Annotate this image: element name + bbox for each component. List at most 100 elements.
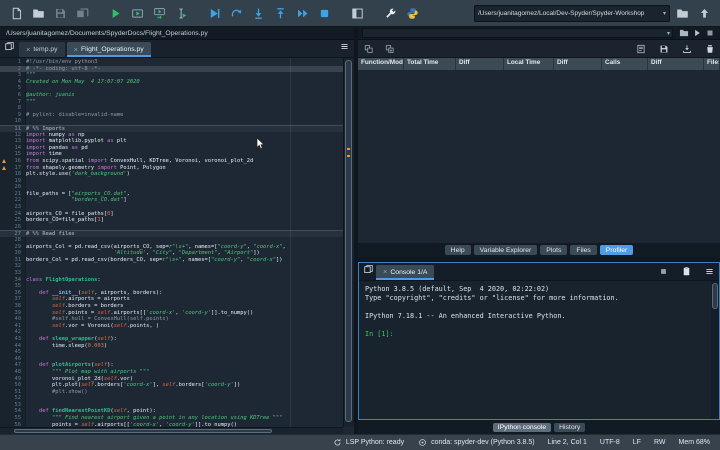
status-label: Mem 68%: [678, 439, 710, 446]
save-all-icon[interactable]: [72, 4, 92, 23]
close-icon[interactable]: ×: [383, 268, 387, 276]
console-scrollbar[interactable]: [711, 280, 719, 419]
line-number: 46: [14, 355, 22, 362]
line-number: 42: [14, 329, 22, 336]
line-number: 24: [14, 210, 22, 217]
parent-directory-icon[interactable]: [694, 4, 714, 23]
profiler-results-tree[interactable]: [358, 70, 720, 243]
code-line: 12 import numpy as np: [0, 132, 343, 139]
tab-label: Flight_Operations.py: [80, 46, 144, 53]
code-editor[interactable]: 1 #!/usr/bin/env python3 2 # -*- coding: ut…: [0, 58, 354, 434]
new-file-icon[interactable]: [6, 4, 26, 23]
inspect-object-icon[interactable]: [679, 264, 694, 278]
warning-icon: [2, 165, 6, 170]
profiler-column-header[interactable]: File:: [704, 58, 720, 70]
status-label: LSP Python: ready: [345, 439, 405, 446]
load-data-icon[interactable]: [680, 43, 693, 55]
line-number: 50: [14, 382, 22, 389]
code-line: 21 file_paths = ["airports_CO.dat",: [0, 191, 343, 198]
profiler-toolbar-right-icons: [634, 43, 716, 55]
save-file-icon[interactable]: [50, 4, 70, 23]
save-data-icon[interactable]: [657, 43, 670, 55]
line-number: 1: [17, 59, 21, 65]
line-number: 43: [14, 335, 22, 342]
code-line: 38 self.borders = borders: [0, 303, 343, 310]
debug-file-icon[interactable]: [204, 4, 224, 23]
profiler-column-header[interactable]: Function/Modu: [358, 58, 404, 70]
python-path-manager-icon[interactable]: [402, 4, 422, 23]
profiler-script-combo[interactable]: ▾: [362, 28, 673, 38]
profiler-column-header[interactable]: Calls: [602, 58, 648, 70]
editor-tabbar-left-icons: [2, 39, 17, 57]
tab-variable-explorer[interactable]: Variable Explorer: [473, 245, 538, 255]
code-line: 44 time.sleep(0.003): [0, 343, 343, 350]
profiler-column-header[interactable]: Diff: [456, 58, 504, 70]
open-file-icon[interactable]: [28, 4, 48, 23]
step-into-icon[interactable]: [248, 4, 268, 23]
collapse-one-level-icon[interactable]: [362, 43, 375, 55]
line-number: 2: [17, 65, 21, 72]
options-menu-icon[interactable]: [337, 40, 352, 54]
browse-tabs-icon[interactable]: [361, 263, 376, 277]
options-menu-icon[interactable]: [702, 264, 717, 278]
maximize-pane-icon[interactable]: [347, 4, 367, 23]
tab-profiler[interactable]: Profiler: [599, 245, 634, 255]
tab-help[interactable]: Help: [444, 245, 471, 255]
expand-one-level-icon[interactable]: [383, 43, 396, 55]
scrollbar-thumb[interactable]: [14, 429, 272, 433]
status-lsp-python-ready[interactable]: LSP Python: ready: [332, 437, 404, 448]
preferences-icon[interactable]: [380, 4, 400, 23]
profiler-column-header[interactable]: Diff: [648, 58, 704, 70]
line-number: 14: [14, 144, 22, 151]
run-selection-icon[interactable]: [171, 4, 191, 23]
tab-plots[interactable]: Plots: [540, 245, 568, 255]
run-cell-and-advance-icon[interactable]: [149, 4, 169, 23]
chevron-down-icon[interactable]: ▾: [663, 10, 666, 17]
line-number: 10: [14, 118, 22, 125]
run-current-line-icon[interactable]: [226, 4, 246, 23]
editor-pane: /Users/juanitagomez/Documents/SpyderDocs…: [0, 27, 354, 434]
console-prompt[interactable]: In [1]:: [365, 330, 713, 339]
run-profiler-icon[interactable]: [690, 27, 703, 39]
line-number: 17: [0, 165, 26, 172]
tab-files[interactable]: Files: [570, 245, 597, 255]
open-directory-icon[interactable]: [672, 4, 692, 23]
show-output-icon[interactable]: [634, 43, 647, 55]
close-icon[interactable]: ×: [74, 46, 78, 54]
code-line: 54 def findNearestPointKD(self, point):: [0, 408, 343, 415]
profiler-column-header[interactable]: Diff: [554, 58, 602, 70]
interrupt-kernel-icon[interactable]: [656, 264, 671, 278]
step-out-icon[interactable]: [270, 4, 290, 23]
run-cell-icon[interactable]: [127, 4, 147, 23]
continue-execution-icon[interactable]: [292, 4, 312, 23]
status-conda-spyder-dev-python-[interactable]: conda: spyder-dev (Python 3.8.5): [417, 437, 535, 448]
editor-horizontal-scrollbar[interactable]: [0, 427, 343, 434]
profiler-column-header[interactable]: Total Time: [404, 58, 456, 70]
scrollbar-thumb[interactable]: [712, 282, 718, 309]
tab-ipython-console[interactable]: IPython console: [492, 422, 552, 432]
code-line: 52: [0, 395, 343, 402]
spyder-window: /Users/juanitagomez/Local/Dev-Spyder/Spy…: [0, 0, 720, 450]
console-bottom-tabbar: IPython console History: [358, 420, 720, 434]
status-label: conda: spyder-dev (Python 3.8.5): [431, 439, 535, 446]
editor-tab-Flight_Operations-py[interactable]: × Flight_Operations.py: [66, 42, 151, 57]
clear-comparison-icon[interactable]: [703, 43, 716, 55]
stop-debugging-icon[interactable]: [314, 4, 334, 23]
tab-history[interactable]: History: [554, 422, 586, 432]
editor-vertical-scrollbar[interactable]: [343, 58, 354, 427]
chevron-down-icon[interactable]: ▾: [667, 30, 670, 37]
working-directory-combo[interactable]: /Users/juanitagomez/Local/Dev-Spyder/Spy…: [474, 4, 670, 22]
close-icon[interactable]: ×: [26, 46, 30, 54]
browse-tabs-icon[interactable]: [2, 40, 17, 54]
console-tab[interactable]: × Console 1/A: [376, 264, 435, 280]
ipython-console-output[interactable]: Python 3.8.5 (default, Sep 4 2020, 02:22…: [359, 280, 719, 419]
stop-profiler-icon[interactable]: [703, 27, 716, 39]
status-bar: LSP Python: ready conda: spyder-dev (Pyth…: [0, 434, 720, 450]
profiler-column-header[interactable]: Local Time: [504, 58, 554, 70]
editor-tab-temp-py[interactable]: × temp.py: [19, 42, 65, 57]
select-script-icon[interactable]: [677, 27, 690, 39]
run-file-icon[interactable]: [105, 4, 125, 23]
scrollbar-thumb[interactable]: [345, 60, 352, 422]
line-number: 47: [14, 362, 22, 369]
code-line: 26: [0, 224, 343, 231]
